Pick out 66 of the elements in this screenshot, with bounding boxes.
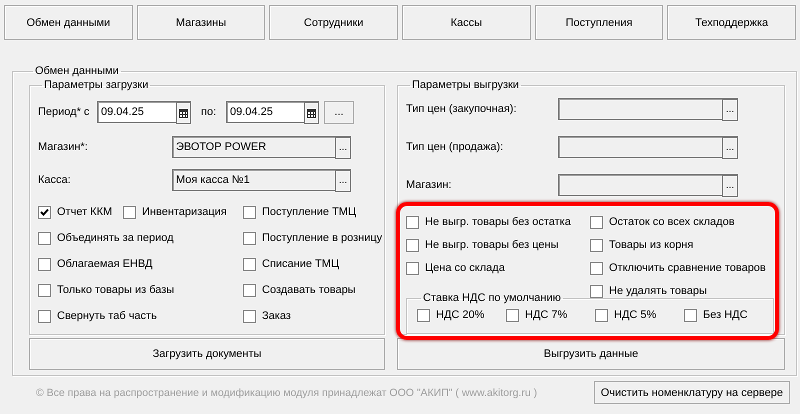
checkbox[interactable] [243, 232, 256, 244]
field-label: по: [201, 106, 218, 118]
checkbox[interactable] [38, 284, 51, 296]
checkbox-label[interactable]: Поступление ТМЦ [262, 206, 356, 218]
clear-button[interactable]: Очистить номенклатуру на сервере [594, 381, 790, 404]
checkbox-label[interactable]: Без НДС [703, 309, 748, 321]
checkbox-label[interactable]: Не выгр. товары без цены [425, 239, 558, 251]
checkbox-label[interactable]: Цена со склада [425, 262, 505, 274]
group-title: Параметры загрузки [43, 79, 150, 91]
group-title: Обмен данными [34, 65, 120, 77]
field-label: Тип цен (закупочная): [406, 103, 518, 115]
checkbox[interactable] [406, 216, 419, 228]
checkbox-label[interactable]: Товары из корня [609, 239, 694, 251]
checkbox-label[interactable]: Отчет ККМ [57, 206, 112, 218]
checkbox[interactable] [243, 258, 256, 270]
checkbox[interactable] [243, 284, 256, 296]
tab[interactable]: Техподдержка [667, 5, 796, 40]
field-label: Касса: [38, 174, 72, 186]
period-button[interactable]: ... [324, 100, 354, 124]
group-title: Параметры выгрузки [411, 79, 520, 91]
field-label: Магазин*: [38, 141, 89, 153]
checkbox[interactable] [506, 308, 519, 322]
checkbox[interactable] [123, 206, 136, 218]
group-title: Ставка НДС по умолчанию [422, 292, 562, 304]
checkbox[interactable] [38, 310, 51, 322]
checkbox[interactable] [243, 310, 256, 322]
load-button[interactable]: Загрузить документы [29, 338, 385, 370]
field-label: Период* с [38, 106, 90, 118]
checkbox[interactable] [590, 238, 603, 252]
tab[interactable]: Обмен данными [4, 5, 133, 40]
checkbox-label[interactable]: Заказ [262, 310, 291, 322]
tab[interactable]: Сотрудники [269, 5, 398, 40]
checkbox-label[interactable]: Не удалять товары [609, 285, 707, 297]
checkbox[interactable] [38, 206, 51, 218]
tab[interactable]: Кассы [402, 5, 531, 40]
export-button[interactable]: Выгрузить данные [397, 338, 785, 370]
checkbox-label[interactable]: Объединять за период [57, 232, 174, 244]
checkbox-label[interactable]: Не выгр. товары без остатка [425, 216, 571, 228]
checkbox-label[interactable]: НДС 20% [436, 309, 484, 321]
checkbox-label[interactable]: Только товары из базы [57, 284, 174, 296]
checkbox[interactable] [590, 284, 603, 298]
checkbox[interactable] [417, 308, 430, 322]
checkbox[interactable] [406, 262, 419, 274]
checkbox[interactable] [590, 216, 603, 228]
checkbox-label[interactable]: Создавать товары [262, 284, 356, 296]
checkbox-label[interactable]: Поступление в розницу [262, 232, 382, 244]
checkbox[interactable] [595, 308, 608, 322]
checkbox-label[interactable]: Отключить сравнение товаров [609, 262, 766, 274]
checkbox-label[interactable]: НДС 7% [525, 309, 568, 321]
tab[interactable]: Магазины [136, 5, 266, 40]
tab[interactable]: Поступления [534, 5, 664, 40]
checkbox-label[interactable]: Списание ТМЦ [262, 258, 340, 270]
checkbox-label[interactable]: Облагаемая ЕНВД [57, 258, 152, 270]
checkbox[interactable] [38, 258, 51, 270]
checkbox[interactable] [684, 308, 697, 322]
checkbox[interactable] [590, 262, 603, 274]
field-label: Тип цен (продажа): [406, 141, 504, 153]
checkbox[interactable] [243, 206, 256, 218]
checkbox[interactable] [38, 232, 51, 244]
checkbox[interactable] [406, 238, 419, 252]
checkbox-label[interactable]: Остаток со всех складов [609, 216, 735, 228]
checkbox-label[interactable]: Свернуть таб часть [57, 310, 157, 322]
checkbox-label[interactable]: НДС 5% [614, 309, 656, 321]
copyright-text: © Все права на распространение и модификацию модуля принадлежат ООО "АКИП" ( www.akitorg.ru ) [36, 386, 538, 398]
field-label: Магазин: [406, 179, 452, 191]
checkbox-label[interactable]: Инвентаризация [142, 206, 227, 218]
